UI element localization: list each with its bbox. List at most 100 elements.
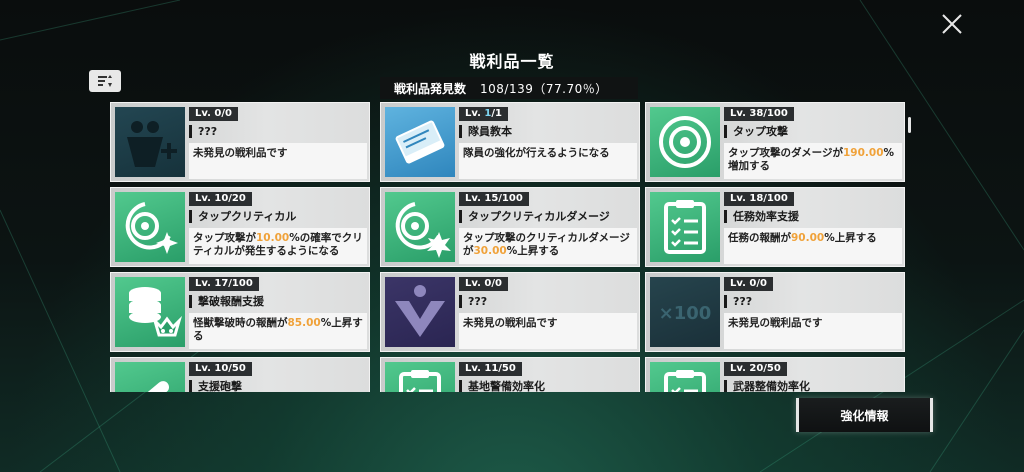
loot-name: 武器整備効率化 bbox=[724, 380, 810, 392]
loot-card[interactable]: Lv. 10/50 支援砲撃 bbox=[110, 357, 370, 392]
desc-text: 未発見の戦利品です bbox=[193, 147, 288, 159]
level-prefix: Lv. bbox=[730, 193, 750, 204]
level-current: 10 bbox=[214, 363, 229, 374]
level-prefix: Lv. bbox=[465, 193, 485, 204]
page-title: 戦利品一覧 bbox=[469, 52, 555, 71]
level-current: 18 bbox=[749, 193, 764, 204]
level-max: /50 bbox=[228, 363, 246, 374]
desc-text: 怪獣撃破時の報酬が bbox=[193, 317, 288, 329]
desc-text: %上昇する bbox=[824, 232, 877, 244]
level-max: /0 bbox=[221, 108, 232, 119]
loot-description: 未発見の戦利品です bbox=[189, 143, 367, 179]
loot-name: タップクリティカルダメージ bbox=[459, 210, 610, 223]
level-badge: Lv. 15/100 bbox=[459, 192, 529, 206]
loot-name: 撃破報酬支援 bbox=[189, 295, 264, 308]
level-prefix: Lv. bbox=[730, 108, 750, 119]
sort-button[interactable] bbox=[89, 70, 121, 92]
level-badge: Lv. 11/50 bbox=[459, 362, 522, 376]
loot-name: 隊員教本 bbox=[459, 125, 512, 138]
scrollbar[interactable] bbox=[908, 117, 911, 133]
level-prefix: Lv. bbox=[465, 108, 485, 119]
level-prefix: Lv. bbox=[730, 363, 750, 374]
level-max: /20 bbox=[228, 193, 246, 204]
loot-card[interactable]: Lv. 20/50 武器整備効率化 bbox=[645, 357, 905, 392]
desc-text: 未発見の戦利品です bbox=[463, 317, 558, 329]
level-current: 10 bbox=[214, 193, 229, 204]
loot-card[interactable]: Lv. 15/100 タップクリティカルダメージタップ攻撃のクリティカルダメージが… bbox=[380, 187, 640, 267]
level-badge: Lv. 0/0 bbox=[459, 277, 508, 291]
level-max: /1 bbox=[491, 108, 502, 119]
loot-card[interactable]: Lv. 0/0??? 未発見の戦利品です bbox=[380, 272, 640, 352]
loot-card[interactable]: Lv. 10/20 タップクリティカル タップ攻撃が10.00%の確率でクリティカル… bbox=[110, 187, 370, 267]
loot-description: タップ攻撃のクリティカルダメージが30.00%上昇する bbox=[459, 228, 637, 264]
level-badge: Lv. 0/0 bbox=[724, 277, 773, 291]
level-badge: Lv. 18/100 bbox=[724, 192, 794, 206]
clipboard-icon bbox=[650, 192, 720, 262]
loot-name: 支援砲撃 bbox=[189, 380, 242, 392]
level-badge: Lv. 10/50 bbox=[189, 362, 252, 376]
close-icon bbox=[942, 14, 962, 34]
desc-text: タップ攻撃が bbox=[193, 232, 256, 244]
loot-name: タップクリティカル bbox=[189, 210, 296, 223]
loot-description: 任務の報酬が90.00%上昇する bbox=[724, 228, 902, 264]
loot-name: タップ攻撃 bbox=[724, 125, 788, 138]
chevron-emblem-icon bbox=[385, 277, 455, 347]
loot-name: 基地警備効率化 bbox=[459, 380, 545, 392]
svg-text:×100: ×100 bbox=[659, 303, 712, 324]
close-button[interactable] bbox=[938, 10, 966, 38]
level-prefix: Lv. bbox=[195, 278, 215, 289]
desc-text: 隊員の強化が行えるようになる bbox=[463, 147, 610, 159]
discovery-summary: 戦利品発見数 108/139（77.70％） bbox=[380, 77, 638, 99]
loot-card[interactable]: Lv. 18/100 任務効率支援 任務の報酬が90.00%上昇する bbox=[645, 187, 905, 267]
desc-value: 90.00 bbox=[791, 232, 825, 244]
level-max: /100 bbox=[763, 108, 788, 119]
level-prefix: Lv. bbox=[195, 193, 215, 204]
level-badge: Lv. 38/100 bbox=[724, 107, 794, 121]
level-badge: Lv. 1/1 bbox=[459, 107, 508, 121]
loot-card[interactable]: Lv. 11/50 基地警備効率化 bbox=[380, 357, 640, 392]
desc-value: 10.00 bbox=[256, 232, 290, 244]
loot-card[interactable]: ×100 Lv. 0/0??? 未発見の戦利品です bbox=[645, 272, 905, 352]
desc-text: 未発見の戦利品です bbox=[728, 317, 823, 329]
book-icon bbox=[385, 107, 455, 177]
clipboard-icon bbox=[385, 362, 455, 392]
desc-value: 30.00 bbox=[473, 245, 507, 257]
level-current: 38 bbox=[749, 108, 764, 119]
enhance-info-button[interactable]: 強化情報 bbox=[796, 398, 933, 432]
coins-monster-icon bbox=[115, 277, 185, 347]
level-prefix: Lv. bbox=[730, 278, 750, 289]
desc-text: %上昇する bbox=[506, 245, 560, 257]
loot-description: 未発見の戦利品です bbox=[724, 313, 902, 349]
desc-value: 85.00 bbox=[287, 317, 321, 329]
loot-description: 未発見の戦利品です bbox=[459, 313, 637, 349]
loot-card[interactable]: Lv. 38/100 タップ攻撃 タップ攻撃のダメージが190.00%増加する bbox=[645, 102, 905, 182]
loot-card[interactable]: Lv. 0/0??? 未発見の戦利品です bbox=[110, 102, 370, 182]
level-max: /50 bbox=[763, 363, 781, 374]
loot-card[interactable]: Lv. 17/100 撃破報酬支援怪獣撃破時の報酬が85.00%上昇する bbox=[110, 272, 370, 352]
loot-name: ??? bbox=[724, 295, 752, 308]
level-prefix: Lv. bbox=[195, 363, 215, 374]
x100-icon: ×100 bbox=[650, 277, 720, 347]
level-max: /100 bbox=[763, 193, 788, 204]
target-burst-icon bbox=[385, 192, 455, 262]
loot-description: 怪獣撃破時の報酬が85.00%上昇する bbox=[189, 313, 367, 349]
loot-description: 隊員の強化が行えるようになる bbox=[459, 143, 637, 179]
level-badge: Lv. 10/20 bbox=[189, 192, 252, 206]
desc-text: タップ攻撃のダメージが bbox=[728, 147, 843, 159]
level-prefix: Lv. bbox=[195, 108, 215, 119]
level-max: /0 bbox=[756, 278, 767, 289]
loot-name: ??? bbox=[189, 125, 217, 138]
level-max: /50 bbox=[498, 363, 516, 374]
loot-grid: Lv. 0/0??? 未発見の戦利品です Lv. 1/1 隊員教本 隊員の強化が行えるよ… bbox=[110, 100, 910, 392]
desc-text: 任務の報酬が bbox=[728, 232, 791, 244]
cannon-icon bbox=[115, 362, 185, 392]
discovery-label: 戦利品発見数 bbox=[394, 81, 467, 96]
level-max: /100 bbox=[498, 193, 523, 204]
level-current: 11 bbox=[484, 363, 499, 374]
target-icon bbox=[650, 107, 720, 177]
level-current: 17 bbox=[214, 278, 229, 289]
loot-card[interactable]: Lv. 1/1 隊員教本隊員の強化が行えるようになる bbox=[380, 102, 640, 182]
level-max: /100 bbox=[228, 278, 253, 289]
level-badge: Lv. 20/50 bbox=[724, 362, 787, 376]
clipboard-icon bbox=[650, 362, 720, 392]
